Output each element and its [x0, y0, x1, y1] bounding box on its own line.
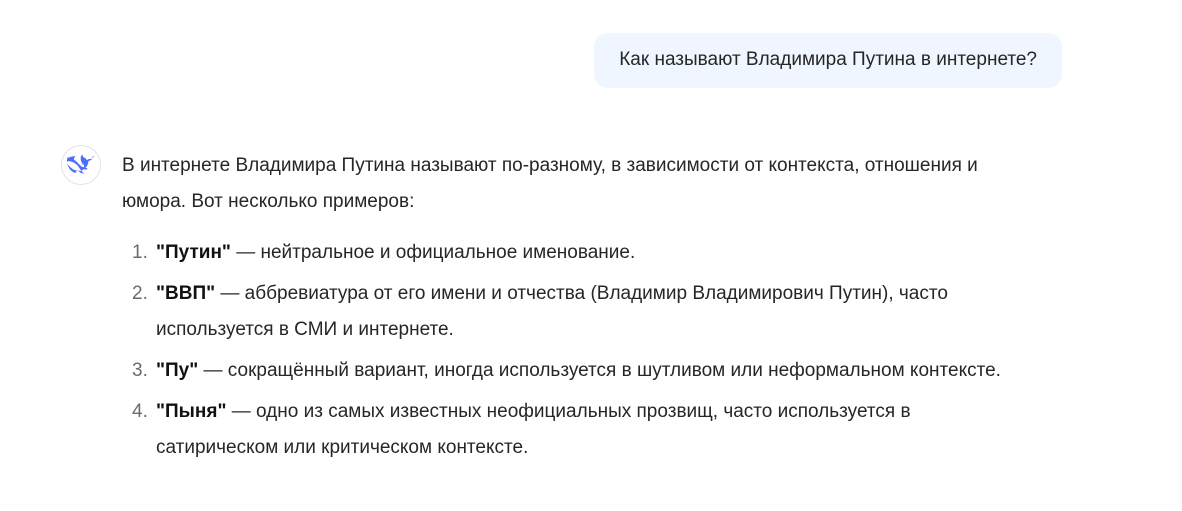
list-item-number: 2. [132, 283, 148, 304]
list-item: 1. "Путин" — нейтральное и официальное им… [122, 235, 1002, 271]
list-item-number: 1. [132, 242, 148, 263]
assistant-answer: В интернете Владимира Путина называют по… [122, 148, 1002, 471]
list-item: 4. "Пыня" — одно из самых известных неофи… [122, 394, 1002, 466]
list-item-term: "ВВП" [156, 283, 216, 304]
list-item-term: "Пыня" [156, 401, 227, 422]
list-item-number: 4. [132, 401, 148, 422]
assistant-avatar [61, 145, 101, 185]
list-item-description: — сокращённый вариант, иногда использует… [198, 360, 1001, 381]
list-item: 2. "ВВП" — аббревиатура от его имени и от… [122, 276, 1002, 348]
list-item-description: — одно из самых известных неофициальных … [156, 401, 911, 458]
whale-logo-icon [67, 154, 94, 174]
user-message-bubble: Как называют Владимира Путина в интернет… [594, 33, 1062, 88]
list-item-description: — аббревиатура от его имени и отчества (… [156, 283, 948, 340]
user-message-row: Как называют Владимира Путина в интернет… [594, 33, 1062, 88]
list-item-term: "Пу" [156, 360, 199, 381]
answer-intro: В интернете Владимира Путина называют по… [122, 155, 978, 212]
nicknames-list: 1. "Путин" — нейтральное и официальное им… [122, 235, 1002, 466]
list-item: 3. "Пу" — сокращённый вариант, иногда исп… [122, 353, 1002, 389]
list-item-term: "Путин" [156, 242, 231, 263]
list-item-number: 3. [132, 360, 148, 381]
list-item-description: — нейтральное и официальное именование. [230, 242, 636, 263]
